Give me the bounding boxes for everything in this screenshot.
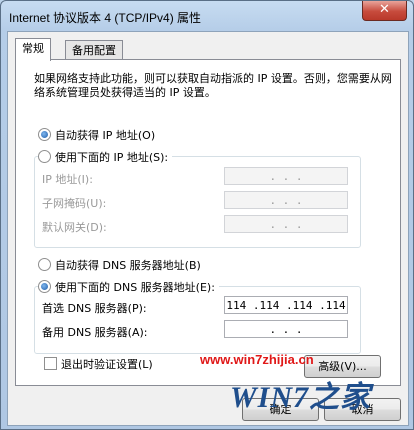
radio-manual-ip-label: 使用下面的 IP 地址(S): [55, 151, 169, 164]
default-gateway-field[interactable]: . . . [224, 215, 348, 233]
dialog-client-area: 常规 备用配置 如果网络支持此功能，则可以获取自动指派的 IP 设置。否则，您需… [7, 31, 409, 426]
validate-label: 退出时验证设置(L) [61, 358, 153, 371]
tab-panel-general: 如果网络支持此功能，则可以获取自动指派的 IP 设置。否则，您需要从网络系统管理… [15, 59, 401, 386]
default-gateway-label: 默认网关(D): [42, 221, 107, 234]
subnet-mask-field[interactable]: . . . [224, 191, 348, 209]
alternate-dns-label: 备用 DNS 服务器(A): [42, 326, 148, 339]
preferred-dns-label: 首选 DNS 服务器(P): [42, 302, 147, 315]
tab-alternate-config[interactable]: 备用配置 [65, 40, 123, 60]
preferred-dns-field[interactable]: 114 .114 .114 .114 [224, 296, 348, 314]
tab-general[interactable]: 常规 [15, 38, 51, 61]
radio-manual-dns[interactable]: 使用下面的 DNS 服务器地址(E): [38, 279, 219, 295]
radio-auto-dns-label: 自动获得 DNS 服务器地址(B) [55, 259, 201, 272]
close-button[interactable]: ✕ [362, 1, 407, 21]
radio-manual-dns-indicator[interactable] [38, 280, 51, 293]
radio-auto-dns-indicator[interactable] [38, 258, 51, 271]
alternate-dns-field[interactable]: . . . [224, 320, 348, 338]
radio-manual-ip-indicator[interactable] [38, 150, 51, 163]
close-icon: ✕ [379, 2, 390, 17]
ok-button[interactable]: 确定 [242, 398, 319, 421]
radio-auto-ip-label: 自动获得 IP 地址(O) [55, 129, 156, 142]
ip-address-label: IP 地址(I): [42, 173, 93, 186]
advanced-button[interactable]: 高级(V)... [304, 355, 381, 378]
radio-auto-dns[interactable]: 自动获得 DNS 服务器地址(B) [38, 257, 201, 273]
radio-auto-ip-indicator[interactable] [38, 128, 51, 141]
cancel-button[interactable]: 取消 [324, 398, 401, 421]
validate-checkbox[interactable] [44, 357, 57, 370]
validate-on-exit[interactable]: 退出时验证设置(L) [44, 356, 153, 372]
description-text: 如果网络支持此功能，则可以获取自动指派的 IP 设置。否则，您需要从网络系统管理… [34, 72, 392, 99]
radio-auto-ip[interactable]: 自动获得 IP 地址(O) [38, 127, 155, 143]
radio-manual-dns-label: 使用下面的 DNS 服务器地址(E): [55, 281, 215, 294]
title-bar[interactable]: Internet 协议版本 4 (TCP/IPv4) 属性 ✕ [1, 1, 413, 31]
ip-address-field[interactable]: . . . [224, 167, 348, 185]
dialog-window: Internet 协议版本 4 (TCP/IPv4) 属性 ✕ 常规 备用配置 … [0, 0, 414, 430]
radio-manual-ip[interactable]: 使用下面的 IP 地址(S): [38, 149, 173, 165]
window-title: Internet 协议版本 4 (TCP/IPv4) 属性 [9, 11, 202, 25]
subnet-mask-label: 子网掩码(U): [42, 197, 107, 210]
